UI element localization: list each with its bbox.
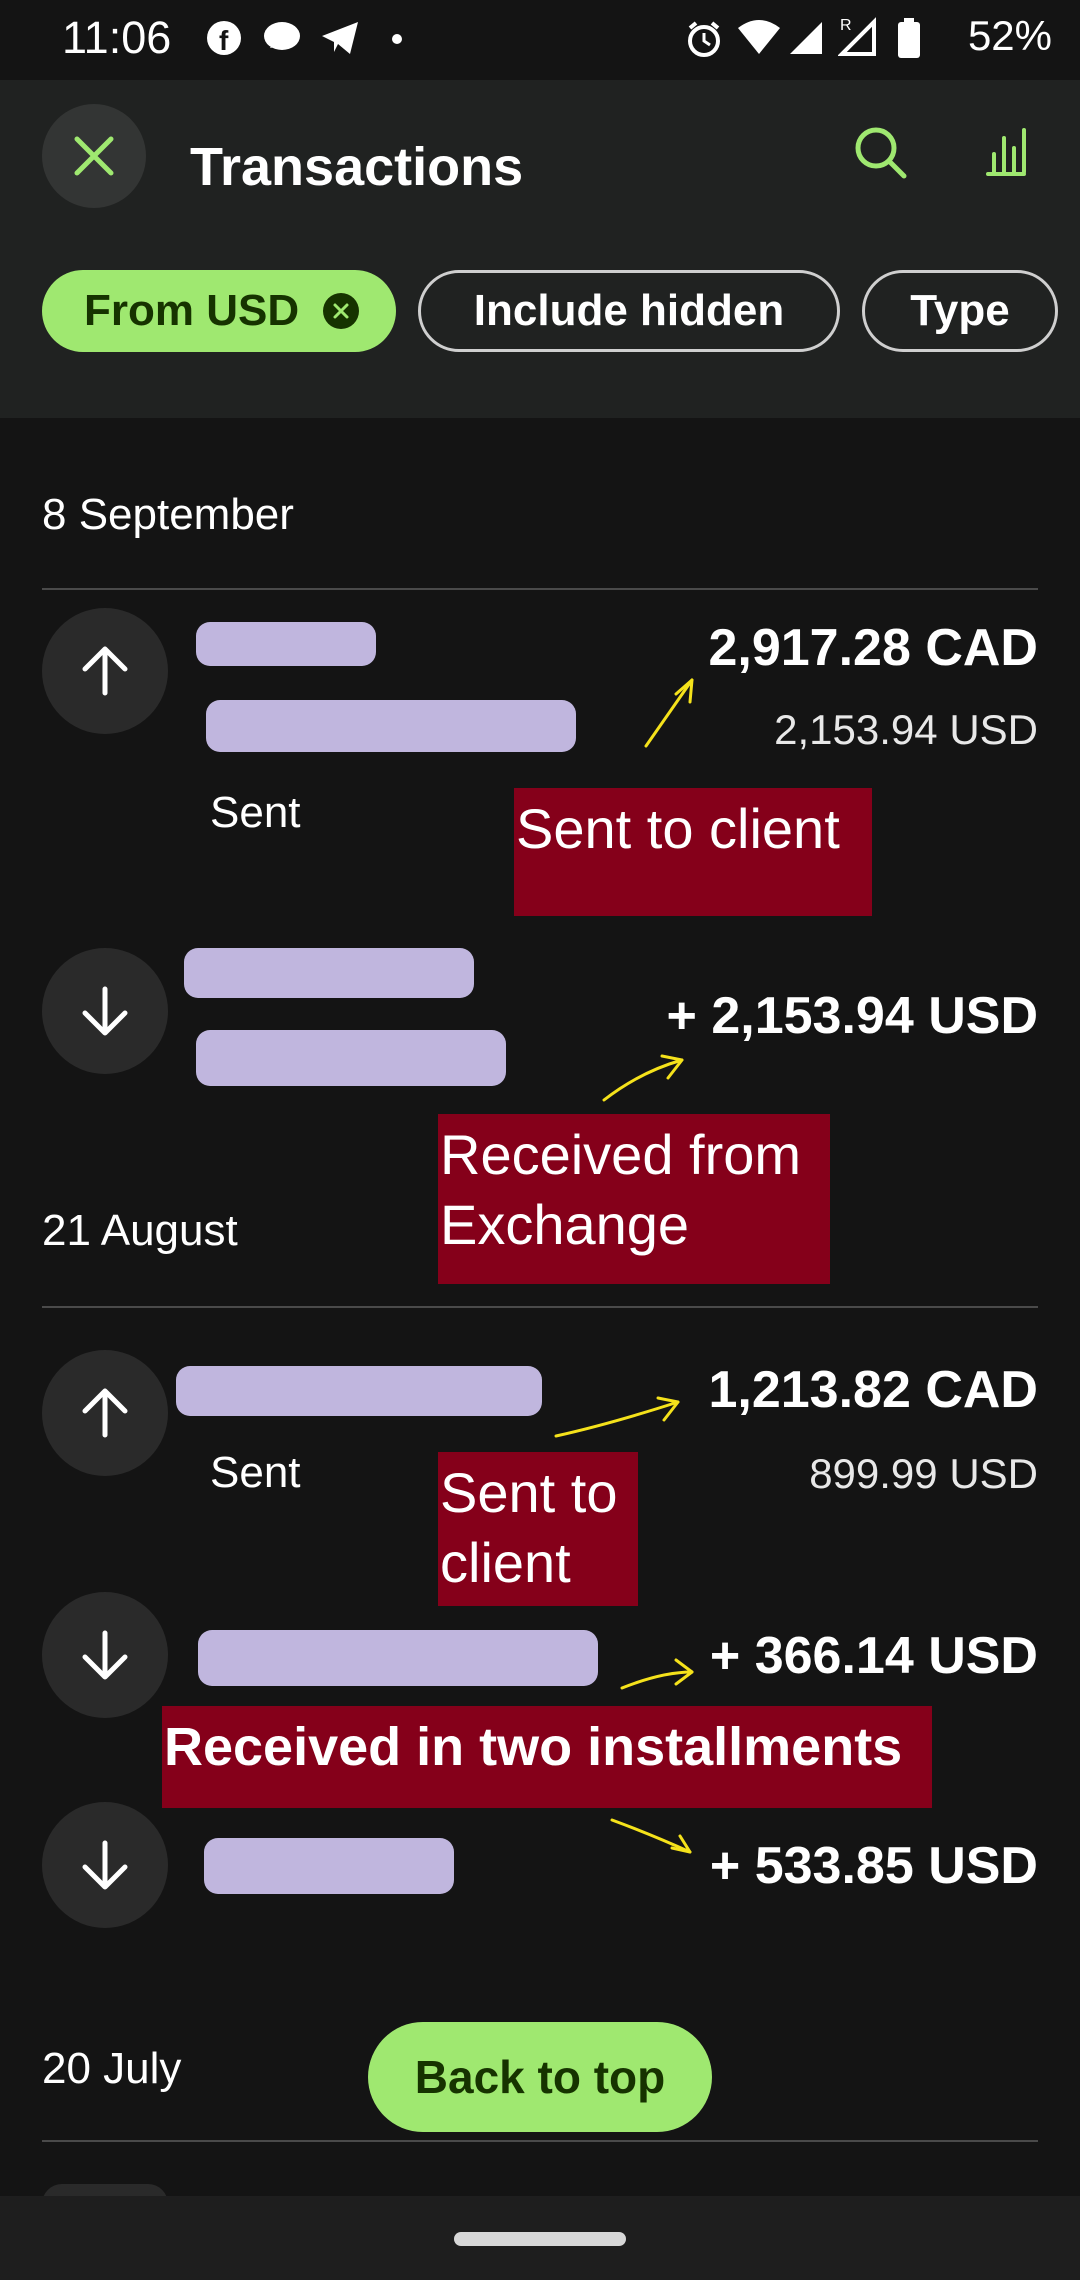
facebook-icon: f: [206, 20, 242, 61]
close-icon: [74, 136, 114, 176]
redacted-name: [184, 948, 474, 998]
bar-chart-icon: [986, 128, 1026, 176]
arrow-up-icon: [82, 646, 128, 696]
transaction-amount: 1,213.82 CAD: [708, 1361, 1038, 1419]
redacted-name: [176, 1366, 542, 1416]
signal-icon: [788, 20, 824, 61]
redacted-description: [196, 1030, 506, 1086]
filter-chip-from-usd[interactable]: From USD: [42, 270, 396, 352]
wifi-icon: [738, 20, 780, 61]
filter-chip-label: From USD: [84, 286, 300, 335]
redacted-name: [198, 1630, 598, 1686]
clear-filter-icon[interactable]: [323, 293, 360, 329]
back-to-top-button[interactable]: Back to top: [368, 2022, 712, 2132]
annotation-label: Received in two installments: [162, 1706, 932, 1808]
transaction-avatar: [42, 608, 168, 734]
transaction-avatar: [42, 1802, 168, 1928]
transaction-sub-amount: 2,153.94 USD: [774, 706, 1038, 753]
signal-roaming-icon: R: [837, 14, 878, 61]
transaction-status: Sent: [210, 1448, 301, 1497]
arrow-down-icon: [82, 1840, 128, 1890]
insights-button[interactable]: [984, 124, 1028, 185]
filter-chip-label: Type: [910, 286, 1010, 335]
header: [0, 80, 1080, 418]
divider: [42, 1306, 1038, 1308]
annotation-label: Received from Exchange: [438, 1114, 830, 1284]
annotation-label: Sent to client: [438, 1452, 638, 1606]
redacted-name: [204, 1838, 454, 1894]
messenger-icon: [262, 20, 302, 61]
annotation-label: Sent to client: [514, 788, 872, 916]
search-button[interactable]: [852, 124, 908, 185]
svg-text:R: R: [840, 17, 852, 34]
date-header: 20 July: [42, 2044, 182, 2093]
arrow-up-icon: [82, 1388, 128, 1438]
filter-chip-include-hidden[interactable]: Include hidden: [418, 270, 840, 352]
transaction-amount: + 533.85 USD: [709, 1837, 1038, 1895]
battery-icon: [898, 18, 920, 63]
battery-percent: 52%: [967, 12, 1052, 59]
redacted-name: [196, 622, 376, 666]
close-button[interactable]: [42, 104, 146, 208]
transaction-amount: + 2,153.94 USD: [666, 987, 1038, 1045]
divider: [42, 2140, 1038, 2142]
transaction-avatar: [42, 1350, 168, 1476]
arrow-down-icon: [82, 1630, 128, 1680]
transaction-sub-amount: 899.99 USD: [809, 1450, 1038, 1497]
transaction-status: Sent: [210, 788, 301, 837]
redacted-description: [206, 700, 576, 752]
divider: [42, 588, 1038, 590]
status-time: 11:06: [62, 12, 172, 63]
search-icon: [855, 127, 907, 179]
telegram-icon: [320, 20, 360, 61]
filter-chip-type[interactable]: Type: [862, 270, 1058, 352]
page-title: Transactions: [190, 137, 524, 188]
home-gesture-handle[interactable]: [454, 2232, 626, 2246]
date-header: 21 August: [42, 1206, 238, 1255]
alarm-icon: [686, 20, 722, 63]
dot-icon: [392, 34, 402, 44]
transaction-avatar: [42, 1592, 168, 1718]
date-header: 8 September: [42, 490, 294, 539]
transaction-avatar: [42, 948, 168, 1074]
filter-chip-label: Include hidden: [473, 286, 785, 335]
transaction-amount: + 366.14 USD: [709, 1627, 1038, 1685]
transaction-amount: 2,917.28 CAD: [708, 619, 1038, 677]
arrow-down-icon: [82, 986, 128, 1036]
svg-text:f: f: [219, 25, 229, 56]
